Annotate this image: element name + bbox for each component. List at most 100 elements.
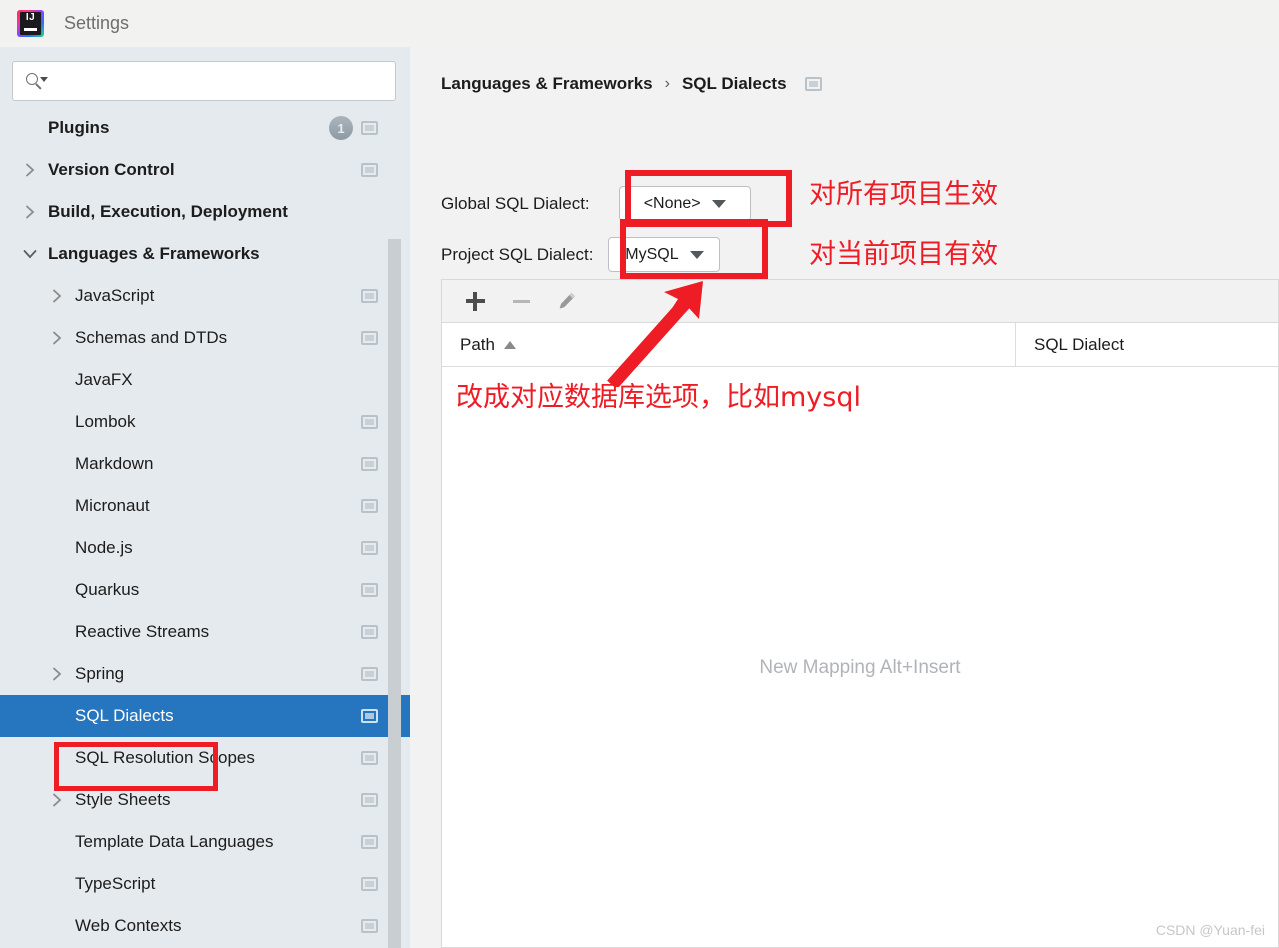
project-scope-icon [361,457,378,471]
plus-icon [465,291,485,311]
column-header-path-label: Path [460,334,495,354]
watermark: CSDN @Yuan-fei [1155,922,1265,938]
sidebar-item-label: Spring [75,664,125,683]
sidebar-item-javascript[interactable]: JavaScript [0,275,410,317]
annotation-global-note: 对所有项目生效 [809,179,998,210]
sidebar-item-label: SQL Resolution Scopes [75,748,255,767]
global-dialect-dropdown[interactable]: <None> [618,186,751,221]
settings-main-panel: Languages & Frameworks › SQL Dialects Gl… [410,47,1279,948]
project-scope-icon [361,289,378,303]
annotation-project-note: 对当前项目有效 [809,239,998,270]
sidebar-item-label: JavaFX [75,370,133,389]
remove-mapping-button[interactable] [498,280,544,323]
column-header-sql-dialect[interactable]: SQL Dialect [1016,323,1124,366]
global-dialect-label: Global SQL Dialect: [441,193,590,213]
sidebar-item-label: Web Contexts [75,916,182,935]
chevron-right-icon[interactable] [22,204,38,220]
sidebar-item-label: Style Sheets [75,790,171,809]
sidebar-item-schemas-and-dtds[interactable]: Schemas and DTDs [0,317,410,359]
sidebar-item-label: Micronaut [75,496,150,515]
logo-bar [24,28,37,31]
sidebar-item-label: SQL Dialects [75,706,174,725]
chevron-down-icon [711,199,726,208]
sort-ascending-icon [503,340,516,349]
global-dialect-value: <None> [643,194,701,212]
search-icon[interactable] [26,71,48,91]
table-header-row: Path SQL Dialect [442,323,1278,367]
chevron-right-icon[interactable] [49,330,65,346]
project-scope-icon [361,667,378,681]
sidebar-item-quarkus[interactable]: Quarkus [0,569,410,611]
logo-text: IJ [25,12,36,23]
search-container [0,47,410,101]
global-dialect-row: Global SQL Dialect: <None> [441,186,751,221]
breadcrumb-parent[interactable]: Languages & Frameworks [441,74,653,94]
sidebar-item-template-data-languages[interactable]: Template Data Languages [0,821,410,863]
sidebar-item-label: Plugins [48,118,110,137]
edit-mapping-button[interactable] [544,280,590,323]
project-dialect-value: MySQL [625,245,679,263]
sidebar-item-web-contexts[interactable]: Web Contexts [0,905,410,947]
sidebar-item-label: Lombok [75,412,136,431]
project-scope-icon [361,541,378,555]
sidebar-item-spring[interactable]: Spring [0,653,410,695]
chevron-right-icon[interactable] [49,792,65,808]
title-bar: IJ Settings [0,0,1279,47]
sidebar-item-label: Quarkus [75,580,140,599]
chevron-down-icon[interactable] [22,246,38,262]
search-input[interactable] [48,72,395,90]
sidebar-item-markdown[interactable]: Markdown [0,443,410,485]
sidebar-item-sql-resolution-scopes[interactable]: SQL Resolution Scopes [0,737,410,779]
chevron-right-icon[interactable] [49,666,65,682]
sidebar-item-label: Languages & Frameworks [48,244,260,263]
project-scope-icon [361,499,378,513]
settings-sidebar: Plugins 1 Version Control Build, Execution,… [0,47,410,948]
sidebar-item-label: Markdown [75,454,154,473]
project-scope-icon [361,583,378,597]
sidebar-item-label: Node.js [75,538,133,557]
project-scope-icon [361,751,378,765]
project-scope-icon [361,625,378,639]
sidebar-item-typescript[interactable]: TypeScript [0,863,410,905]
sidebar-item-javafx[interactable]: JavaFX [0,359,410,401]
search-box[interactable] [12,61,396,101]
chevron-right-icon[interactable] [49,288,65,304]
sidebar-item-label: Version Control [48,160,175,179]
sidebar-item-label: Reactive Streams [75,622,210,641]
breadcrumb-current: SQL Dialects [681,74,787,93]
intellij-idea-logo-icon: IJ [17,10,44,37]
sidebar-item-style-sheets[interactable]: Style Sheets [0,779,410,821]
sidebar-item-label: TypeScript [75,874,156,893]
table-body[interactable]: New Mapping Alt+Insert [442,367,1278,947]
sidebar-item-label: Template Data Languages [75,832,274,851]
empty-state-text: New Mapping Alt+Insert [759,657,961,678]
settings-tree: Plugins 1 Version Control Build, Execution,… [0,107,410,947]
settings-window: IJ Settings Plugins 1 Version Control Build… [0,0,1279,948]
sidebar-item-node-js[interactable]: Node.js [0,527,410,569]
project-scope-icon [361,331,378,345]
column-header-path[interactable]: Path [442,323,1016,366]
sidebar-item-build-execution-deployment[interactable]: Build, Execution, Deployment [0,191,410,233]
annotation-bottom-note: 改成对应数据库选项，比如mysql [456,382,861,413]
sidebar-item-reactive-streams[interactable]: Reactive Streams [0,611,410,653]
plugins-update-badge: 1 [329,116,353,140]
chevron-right-icon[interactable] [22,162,38,178]
project-dialect-dropdown[interactable]: MySQL [608,237,721,272]
breadcrumb: Languages & Frameworks › SQL Dialects [441,74,822,94]
sidebar-item-micronaut[interactable]: Micronaut [0,485,410,527]
sidebar-item-lombok[interactable]: Lombok [0,401,410,443]
project-scope-icon [361,163,378,177]
sidebar-item-label: Schemas and DTDs [75,328,228,347]
project-scope-icon [361,835,378,849]
window-title: Settings [64,13,130,33]
project-scope-icon [804,77,822,91]
add-mapping-button[interactable] [452,280,498,323]
sidebar-scrollbar-thumb[interactable] [388,239,401,948]
sidebar-item-version-control[interactable]: Version Control [0,149,410,191]
sidebar-item-label: Build, Execution, Deployment [48,202,288,221]
table-toolbar [442,280,1278,323]
breadcrumb-separator: › [664,75,670,92]
sidebar-item-languages-frameworks[interactable]: Languages & Frameworks [0,233,410,275]
sidebar-item-plugins[interactable]: Plugins 1 [0,107,410,149]
sidebar-item-sql-dialects[interactable]: SQL Dialects [0,695,410,737]
